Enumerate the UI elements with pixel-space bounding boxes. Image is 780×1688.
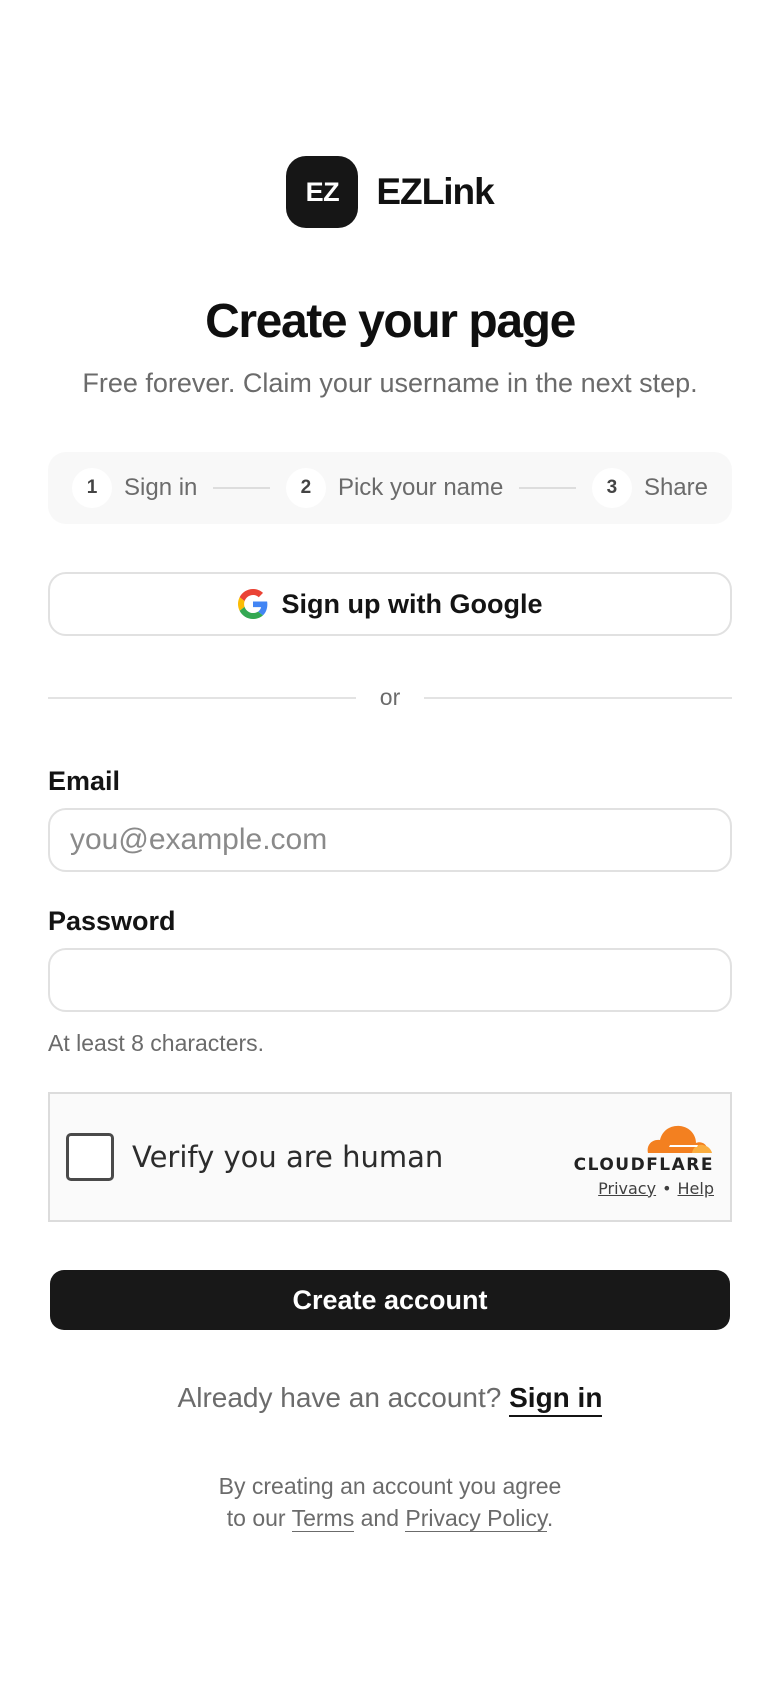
step-label: Share — [643, 474, 708, 501]
privacy-policy-link[interactable]: Privacy Policy — [405, 1505, 547, 1532]
email-label: Email — [48, 766, 121, 796]
password-hint: At least 8 characters. — [48, 1030, 265, 1056]
divider-line — [424, 696, 733, 699]
captcha-checkbox[interactable] — [66, 1133, 114, 1181]
captcha-widget: Verify you are human CLOUDFLARE Privacy … — [48, 1092, 732, 1222]
cloudflare-wordmark: CLOUDFLARE — [573, 1154, 714, 1175]
captcha-text: Verify you are human — [132, 1140, 444, 1174]
step-connector — [213, 487, 270, 489]
email-input[interactable] — [48, 808, 732, 872]
step-number: 2 — [285, 468, 326, 508]
step-label: Pick your name — [337, 474, 504, 501]
step-number: 1 — [72, 468, 112, 508]
terms-link[interactable]: Terms — [291, 1505, 355, 1532]
password-input[interactable] — [48, 948, 732, 1012]
step-share: 3 Share — [591, 468, 708, 508]
google-signup-button[interactable]: Sign up with Google — [48, 572, 732, 636]
captcha-help-link[interactable]: Help — [678, 1179, 714, 1198]
step-label: Sign in — [124, 474, 198, 501]
brand-logo: EZ — [286, 156, 359, 228]
cloudflare-links: Privacy • Help — [598, 1179, 714, 1198]
step-pick-name: 2 Pick your name — [285, 468, 504, 508]
signup-page: EZ EZLink Create your page Free forever.… — [0, 0, 780, 1688]
page-title: Create your page — [205, 295, 576, 348]
cloudflare-cloud-icon — [647, 1125, 712, 1153]
signup-steps: 1 Sign in 2 Pick your name 3 Share — [48, 452, 732, 524]
create-account-button[interactable]: Create account — [50, 1270, 730, 1330]
google-g-icon — [237, 589, 267, 619]
step-sign-in: 1 Sign in — [72, 468, 197, 508]
google-signup-label: Sign up with Google — [281, 588, 543, 619]
legal-line-2: to our Terms and Privacy Policy. — [0, 1502, 780, 1534]
link-separator: • — [662, 1178, 672, 1198]
signin-prompt: Already have an account? — [177, 1382, 502, 1413]
or-divider: or — [48, 684, 733, 711]
signin-prompt-row: Already have an account? Sign in — [0, 1382, 780, 1417]
legal-suffix: . — [546, 1505, 554, 1531]
legal-line-1: By creating an account you agree — [218, 1473, 562, 1499]
divider-line — [48, 696, 356, 699]
step-connector — [519, 487, 576, 489]
signin-link[interactable]: Sign in — [509, 1382, 603, 1417]
captcha-privacy-link[interactable]: Privacy — [598, 1179, 656, 1198]
brand-header: EZ EZLink — [0, 156, 780, 228]
cloudflare-branding: CLOUDFLARE Privacy • Help — [574, 1117, 714, 1198]
divider-text: or — [379, 684, 401, 710]
brand-name: EZLink — [376, 171, 494, 212]
legal-notice: By creating an account you agree to our … — [0, 1470, 780, 1534]
password-label: Password — [48, 906, 176, 936]
legal-prefix: to our — [226, 1505, 286, 1531]
step-number: 3 — [591, 468, 632, 508]
legal-and: and — [360, 1505, 399, 1531]
page-subtitle: Free forever. Claim your username in the… — [82, 368, 698, 398]
